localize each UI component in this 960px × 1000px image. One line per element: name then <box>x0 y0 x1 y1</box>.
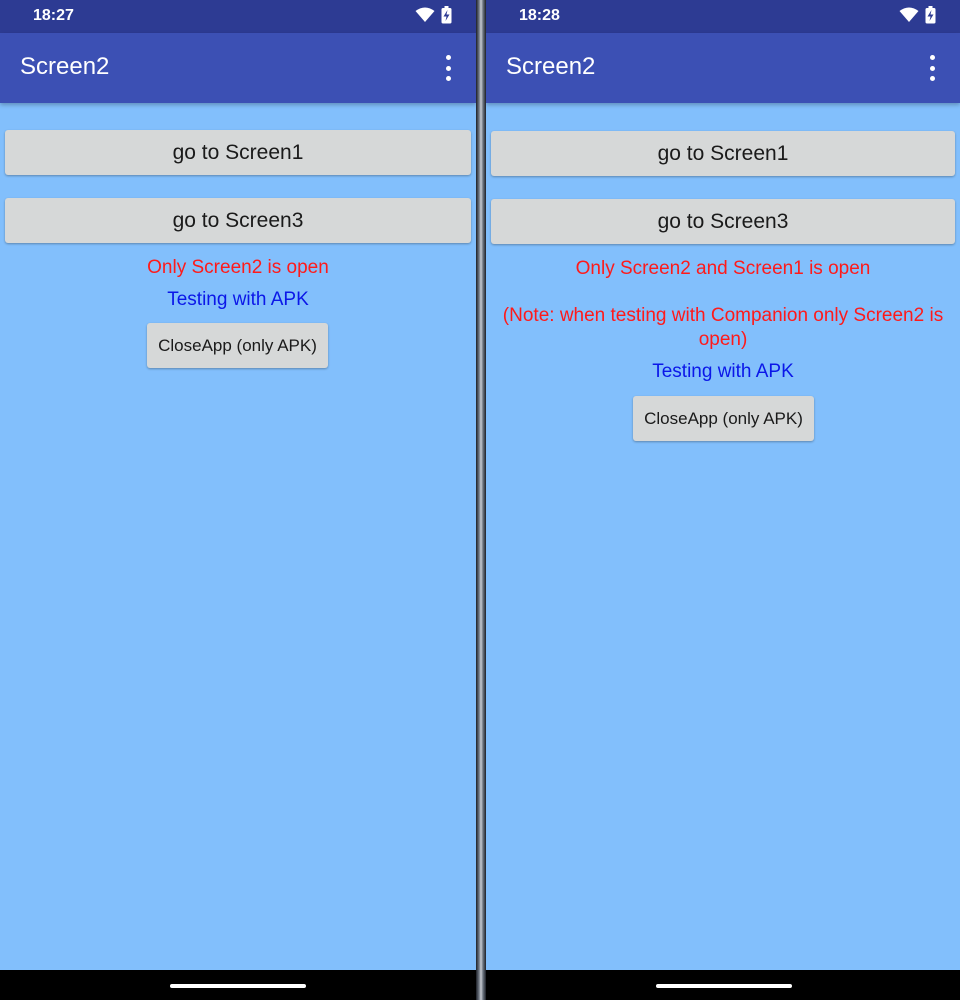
status-time: 18:28 <box>519 7 560 24</box>
go-to-screen3-button[interactable]: go to Screen3 <box>491 199 955 244</box>
companion-note-line2: open) <box>698 329 748 350</box>
phone-screen-left: 18:27 Screen2 go to Screen1 go to Screen… <box>0 0 476 1000</box>
screen-content: go to Screen1 go to Screen3 Only Screen2… <box>0 103 476 970</box>
navigation-bar <box>0 970 476 1000</box>
status-icons <box>415 6 452 24</box>
companion-note-line1: (Note: when testing with Companion only … <box>502 305 944 326</box>
battery-charging-icon <box>925 6 936 24</box>
open-screens-label: Only Screen2 is open <box>147 257 329 278</box>
testing-mode-label: Testing with APK <box>652 361 794 382</box>
navigation-bar <box>486 970 960 1000</box>
status-time: 18:27 <box>33 7 74 24</box>
go-to-screen3-button[interactable]: go to Screen3 <box>5 198 471 243</box>
app-bar: Screen2 <box>0 33 476 103</box>
wifi-icon <box>415 7 435 23</box>
go-to-screen1-button[interactable]: go to Screen1 <box>5 130 471 175</box>
more-vert-icon[interactable] <box>438 55 458 81</box>
more-vert-icon[interactable] <box>922 55 942 81</box>
status-bar: 18:27 <box>0 0 476 33</box>
battery-charging-icon <box>441 6 452 24</box>
app-bar: Screen2 <box>486 33 960 103</box>
home-gesture-handle[interactable] <box>656 984 792 988</box>
status-icons <box>899 6 936 24</box>
app-title: Screen2 <box>20 53 110 80</box>
screen-content: go to Screen1 go to Screen3 Only Screen2… <box>486 103 960 970</box>
wifi-icon <box>899 7 919 23</box>
status-bar: 18:28 <box>486 0 960 33</box>
home-gesture-handle[interactable] <box>170 984 306 988</box>
close-app-button[interactable]: CloseApp (only APK) <box>147 323 328 368</box>
screenshot-divider <box>476 0 486 1000</box>
phone-screen-right: 18:28 Screen2 go to Screen1 go to Screen… <box>486 0 960 1000</box>
testing-mode-label: Testing with APK <box>167 289 309 310</box>
open-screens-label: Only Screen2 and Screen1 is open <box>575 258 871 279</box>
go-to-screen1-button[interactable]: go to Screen1 <box>491 131 955 176</box>
app-title: Screen2 <box>506 53 596 80</box>
close-app-button[interactable]: CloseApp (only APK) <box>633 396 814 441</box>
